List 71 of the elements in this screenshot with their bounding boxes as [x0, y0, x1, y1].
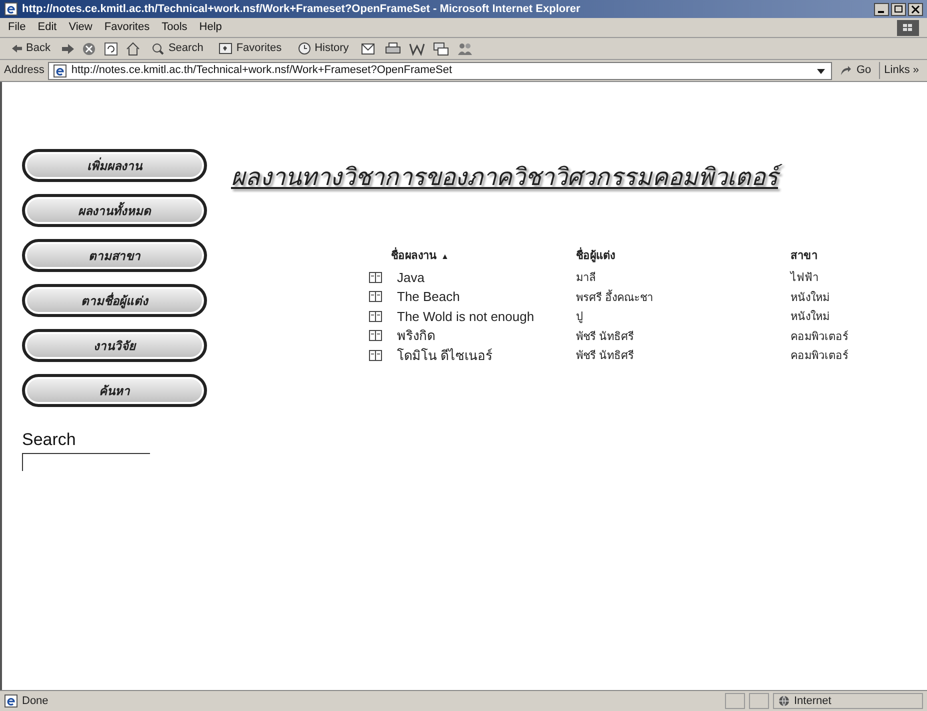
document-icon: [369, 291, 382, 302]
history-button[interactable]: History: [294, 40, 353, 58]
page-heading: ผลงานทางวิชาการของภาควิชาวิศวกรรมคอมพิวเตอร์: [231, 160, 927, 196]
category-cell: หนังใหม่: [790, 292, 830, 304]
address-field[interactable]: http://notes.ce.kmitl.ac.th/Technical+work.nsf/Work+Frameset?OpenFrameSet: [48, 62, 832, 80]
nav-button[interactable]: ค้นหา: [22, 374, 207, 407]
globe-icon: [778, 695, 790, 707]
category-cell: หนังใหม่: [790, 311, 830, 323]
maximize-button[interactable]: [891, 2, 906, 16]
nav-button[interactable]: เพิ่มผลงาน: [22, 149, 207, 182]
document-icon: [369, 350, 382, 361]
address-label: Address: [4, 63, 44, 78]
folder-icon: [219, 43, 232, 54]
status-panel: [725, 693, 745, 709]
work-title-link[interactable]: The Beach: [397, 289, 460, 304]
document-icon: [369, 272, 382, 283]
column-header[interactable]: สาขา: [790, 250, 818, 262]
menu-item[interactable]: File: [8, 19, 26, 36]
back-button[interactable]: Back: [8, 40, 54, 58]
close-button[interactable]: [908, 2, 923, 16]
status-text: Done: [22, 694, 48, 709]
work-title-link[interactable]: พริงกิด: [397, 328, 435, 343]
work-title-link[interactable]: โดมิโน ดีไซเนอร์: [397, 348, 493, 362]
search-button[interactable]: Search: [148, 40, 208, 58]
page-icon: [4, 694, 18, 708]
author-cell: พรศรี อึ้งคณะชา: [576, 292, 654, 304]
clock-icon: [298, 42, 311, 55]
mail-icon[interactable]: [360, 42, 377, 56]
nav-button[interactable]: งานวิจัย: [22, 329, 207, 362]
menu-item[interactable]: View: [68, 19, 92, 36]
work-title-link[interactable]: Java: [397, 270, 424, 284]
search-label: Search: [22, 429, 77, 451]
go-button[interactable]: Go: [836, 62, 876, 79]
search-icon: [152, 42, 164, 54]
document-icon: [369, 330, 382, 342]
author-cell: พัชรี นัทธิศรี: [576, 330, 634, 342]
browser-icon: [4, 2, 18, 16]
status-panel: [749, 693, 769, 709]
menu-item[interactable]: Tools: [162, 19, 188, 36]
category-cell: คอมพิวเตอร์: [790, 330, 848, 342]
home-icon[interactable]: [126, 42, 140, 56]
author-cell: พัชรี นัทธิศรี: [576, 350, 634, 362]
menu-item[interactable]: Favorites: [104, 19, 150, 36]
people-icon[interactable]: [456, 42, 473, 56]
menu-item[interactable]: Edit: [38, 19, 57, 36]
printer-icon[interactable]: [384, 42, 401, 56]
refresh-icon[interactable]: [104, 42, 118, 56]
editor-icon[interactable]: [408, 42, 425, 56]
work-title-link[interactable]: The Wold is not enough: [397, 308, 534, 324]
document-icon: [369, 310, 382, 322]
sort-indicator[interactable]: ▲: [441, 252, 449, 261]
forward-arrow-icon[interactable]: [62, 44, 74, 54]
windows-logo-icon: [897, 20, 919, 36]
author-cell: มาลี: [576, 272, 596, 284]
go-arrow-icon: [840, 64, 852, 76]
nav-button[interactable]: ตามชื่อผู้แต่ง: [22, 284, 207, 317]
window-title: http://notes.ce.kmitl.ac.th/Technical+work.nsf/Work+Frameset?OpenFrameSet - Microsoft Internet Explorer: [22, 2, 580, 17]
author-cell: ปู: [576, 311, 583, 323]
discuss-icon[interactable]: [432, 42, 449, 56]
favorites-button[interactable]: Favorites: [215, 40, 286, 58]
zone-text: Internet: [794, 694, 832, 709]
links-button[interactable]: Links »: [879, 62, 923, 79]
category-cell: คอมพิวเตอร์: [790, 350, 848, 362]
category-cell: ไฟฟ้า: [790, 272, 818, 284]
page-icon: [53, 64, 68, 78]
nav-button[interactable]: ตามสาขา: [22, 239, 207, 272]
search-field[interactable]: [22, 452, 150, 470]
minimize-button[interactable]: [874, 2, 889, 16]
nav-button[interactable]: ผลงานทั้งหมด: [22, 194, 207, 227]
menu-item[interactable]: Help: [199, 19, 222, 36]
stop-icon[interactable]: [82, 42, 96, 56]
